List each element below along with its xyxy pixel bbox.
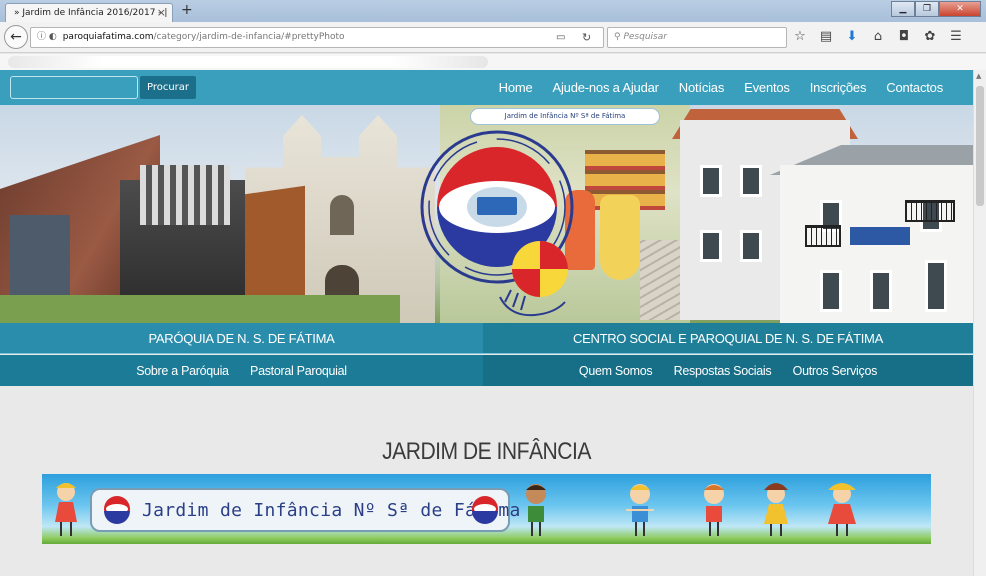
menu-item-noticias[interactable]: Notícias xyxy=(669,70,734,105)
url-bar[interactable]: ⓘ ◐ paroquiafatima.com/category/jardim-de… xyxy=(30,27,604,48)
window xyxy=(700,230,722,262)
logo-badge-icon xyxy=(472,496,498,524)
download-icon[interactable]: ⬇ xyxy=(844,26,860,48)
bookmark-star-icon[interactable]: ☆ xyxy=(792,26,808,48)
minimize-button[interactable]: ▁ xyxy=(891,1,915,17)
child-girl-icon xyxy=(828,483,856,536)
menu-icon[interactable]: ☰ xyxy=(948,26,964,48)
vertical-scrollbar[interactable]: ▲ xyxy=(973,70,986,576)
building-louvres xyxy=(140,165,230,225)
hero-kindergarten-label: Jardim de Infância Nº Sª de Fátima xyxy=(470,108,660,125)
extension-icon[interactable]: ✿ xyxy=(922,26,938,48)
tab-title: » Jardim de Infância 2016/2017 - | xyxy=(14,8,168,18)
browser-search-input[interactable]: ⚲ Pesquisar xyxy=(607,27,787,48)
url-host: paroquiafatima.com xyxy=(62,32,154,42)
door xyxy=(870,270,892,312)
child-figure xyxy=(600,195,640,280)
menu-item-ajude[interactable]: Ajude-nos a Ajudar xyxy=(543,70,669,105)
parish-section-title[interactable]: PARÓQUIA DE N. S. DE FÁTIMA xyxy=(0,323,483,354)
tab-close-icon[interactable]: × xyxy=(157,4,166,22)
link-sobre-paroquia[interactable]: Sobre a Paróquia xyxy=(127,356,238,387)
window xyxy=(740,230,762,262)
search-submit-button[interactable]: Procurar xyxy=(140,76,196,99)
church-window xyxy=(330,195,354,235)
menu-item-inscricoes[interactable]: Inscrições xyxy=(800,70,877,105)
link-pastoral-paroquial[interactable]: Pastoral Paroquial xyxy=(241,356,356,387)
link-respostas-sociais[interactable]: Respostas Sociais xyxy=(665,356,781,387)
home-icon[interactable]: ⌂ xyxy=(870,26,886,48)
menu-item-eventos[interactable]: Eventos xyxy=(734,70,800,105)
browser-tab[interactable]: » Jardim de Infância 2016/2017 - | × xyxy=(5,3,173,22)
maximize-button[interactable]: ❐ xyxy=(915,1,939,17)
arrow-left-icon: ← xyxy=(10,29,22,45)
hero-collage: Jardim de Infância Nº Sª de Fátima xyxy=(0,105,973,323)
info-icon[interactable]: ⓘ ◐ xyxy=(37,32,57,42)
blurred-bookmarks xyxy=(8,56,488,68)
web-page: Procurar Home Ajude-nos a Ajudar Notícia… xyxy=(0,70,973,576)
scroll-thumb[interactable] xyxy=(976,86,984,206)
menu-item-contactos[interactable]: Contactos xyxy=(876,70,953,105)
banner-title: Jardim de Infância Nº Sª de Fátima xyxy=(142,500,521,521)
building-glass xyxy=(10,215,70,305)
url-path: /category/jardim-de-infancia/#prettyPhot… xyxy=(153,32,345,42)
main-menu: Home Ajude-nos a Ajudar Notícias Eventos… xyxy=(489,70,953,105)
door xyxy=(820,270,842,312)
back-button[interactable]: ← xyxy=(4,25,28,49)
section-title-row: PARÓQUIA DE N. S. DE FÁTIMA CENTRO SOCIA… xyxy=(0,323,973,354)
section-links-row: Sobre a Paróquia Pastoral Paroquial Quem… xyxy=(0,355,973,386)
hero-label-text: Jardim de Infância Nº Sª de Fátima xyxy=(504,112,626,120)
site-top-nav: Procurar Home Ajude-nos a Ajudar Notícia… xyxy=(0,70,973,105)
child-boy-icon xyxy=(704,484,724,536)
building-sign xyxy=(850,227,910,245)
logo-badge-icon xyxy=(104,496,130,524)
reload-icon[interactable]: ↻ xyxy=(582,27,591,48)
window xyxy=(700,165,722,197)
link-quem-somos[interactable]: Quem Somos xyxy=(570,356,661,387)
menu-item-home[interactable]: Home xyxy=(489,70,543,105)
parish-links: Sobre a Paróquia Pastoral Paroquial xyxy=(0,355,483,386)
lawn xyxy=(0,295,400,323)
child-girl-icon xyxy=(764,483,788,536)
kindergarten-logo xyxy=(420,130,574,317)
child-boy-icon xyxy=(526,484,546,536)
site-search-input[interactable] xyxy=(10,76,138,99)
door xyxy=(925,260,947,312)
child-boy-icon xyxy=(626,484,654,536)
scroll-up-icon[interactable]: ▲ xyxy=(976,72,981,80)
window xyxy=(740,165,762,197)
browser-navbar: ← ⓘ ◐ paroquiafatima.com/category/jardim-… xyxy=(0,22,986,53)
page-title: JARDIM DE INFÂNCIA xyxy=(382,438,591,465)
reader-view-icon[interactable]: ▭ xyxy=(556,27,565,48)
window-controls: ▁ ❐ ✕ xyxy=(891,1,981,17)
close-window-button[interactable]: ✕ xyxy=(939,1,981,17)
link-outros-servicos[interactable]: Outros Serviços xyxy=(784,356,886,387)
pocket-icon[interactable]: ◘ xyxy=(896,26,912,48)
balcony xyxy=(805,225,841,247)
search-placeholder: Pesquisar xyxy=(623,32,667,42)
window-titlebar: » Jardim de Infância 2016/2017 - | × + ▁… xyxy=(0,0,986,22)
social-centre-section-title[interactable]: CENTRO SOCIAL E PAROQUIAL DE N. S. DE FÁ… xyxy=(483,323,973,354)
kindergarten-banner: Jardim de Infância Nº Sª de Fátima xyxy=(42,474,931,544)
new-tab-button[interactable]: + xyxy=(181,2,193,18)
social-centre-links: Quem Somos Respostas Sociais Outros Serv… xyxy=(483,355,973,386)
reading-list-icon[interactable]: ▤ xyxy=(818,26,834,48)
balcony xyxy=(905,200,955,222)
toolbar-icons: ☆ ▤ ⬇ ⌂ ◘ ✿ ☰ xyxy=(792,26,964,48)
bookmark-strip xyxy=(0,54,986,70)
child-girl-icon xyxy=(55,483,77,536)
